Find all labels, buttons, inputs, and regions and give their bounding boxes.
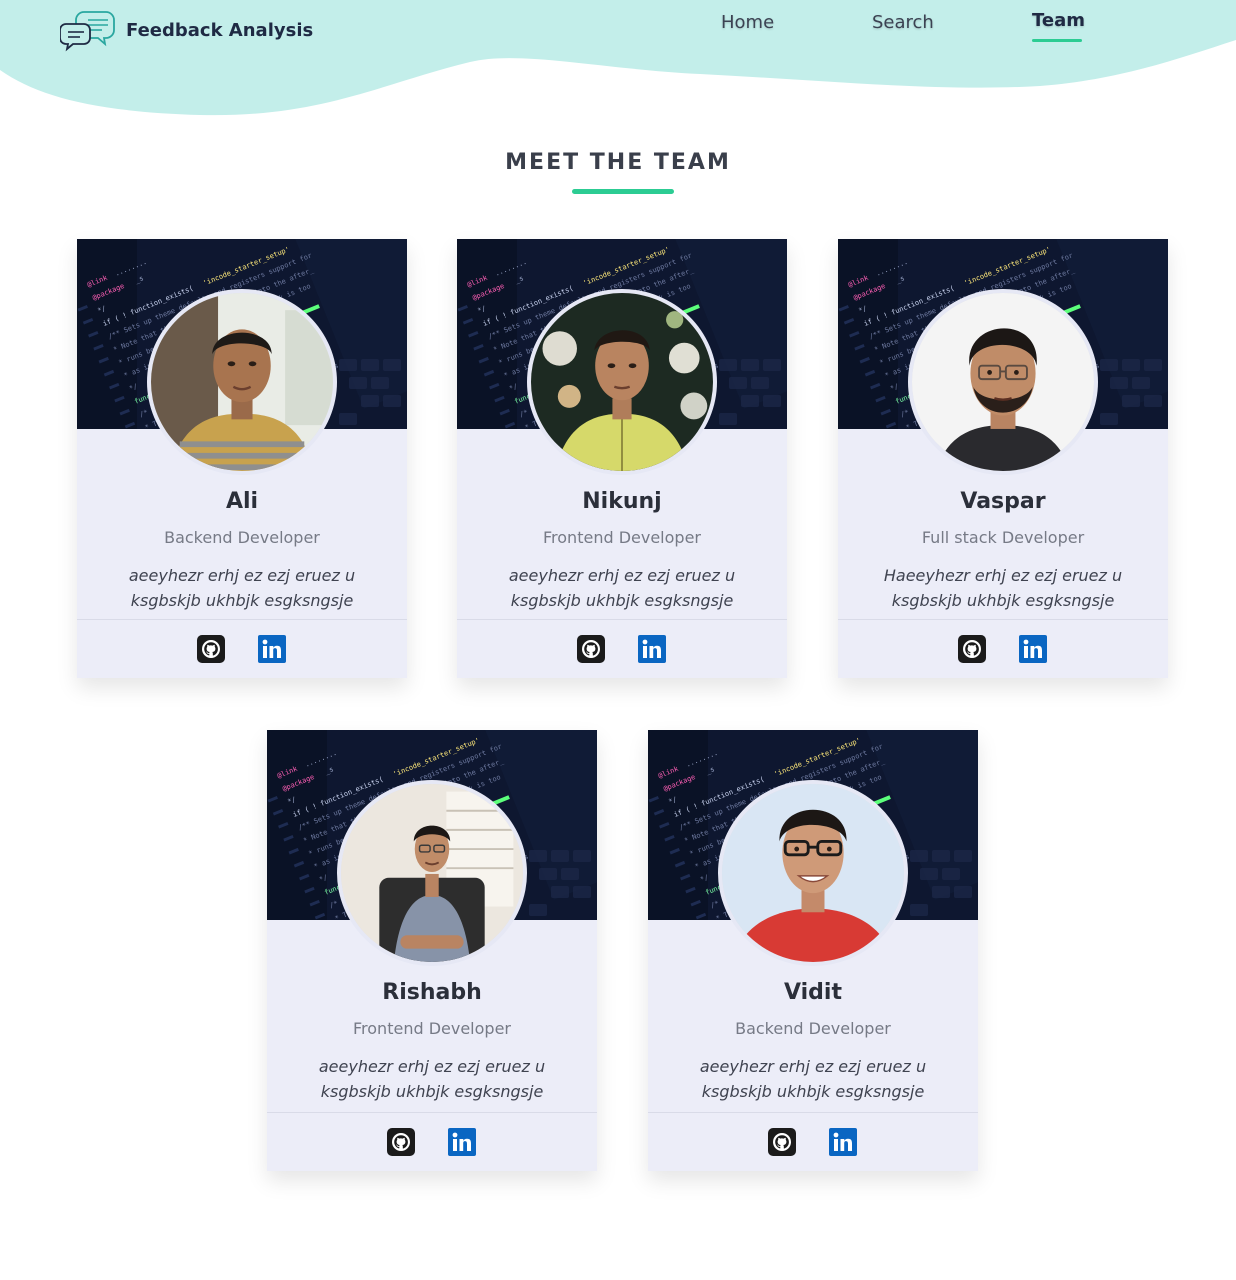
member-role: Frontend Developer — [543, 528, 701, 547]
github-icon[interactable] — [768, 1128, 796, 1156]
member-role: Backend Developer — [735, 1019, 891, 1038]
member-name: Vaspar — [960, 489, 1046, 514]
avatar — [908, 289, 1098, 475]
member-role: Frontend Developer — [353, 1019, 511, 1038]
member-bio: Haeeyhezr erhj ez ezj eruez u ksgbskjb u… — [883, 566, 1123, 610]
avatar — [147, 289, 337, 475]
nav-home[interactable]: Home — [721, 12, 774, 33]
member-bio: aeeyhezr erhj ez ezj eruez u ksgbskjb uk… — [318, 1057, 546, 1101]
section-title-underline — [572, 189, 674, 194]
github-icon[interactable] — [387, 1128, 415, 1156]
linkedin-icon[interactable] — [258, 635, 286, 663]
member-role: Backend Developer — [164, 528, 320, 547]
nav-active-underline — [1032, 39, 1082, 42]
social-links — [457, 635, 787, 665]
nav-team[interactable]: Team — [1032, 10, 1085, 31]
card-divider — [457, 619, 787, 620]
avatar — [527, 289, 717, 475]
avatar — [337, 780, 527, 966]
member-bio: aeeyhezr erhj ez ezj eruez u ksgbskjb uk… — [128, 566, 356, 610]
member-name: Rishabh — [382, 980, 482, 1005]
member-name: Ali — [225, 489, 259, 514]
github-icon[interactable] — [958, 635, 986, 663]
member-name: Nikunj — [582, 489, 662, 514]
member-bio: aeeyhezr erhj ez ezj eruez u ksgbskjb uk… — [508, 566, 736, 610]
card-divider — [77, 619, 407, 620]
main-nav: Home Search Team — [0, 10, 1236, 46]
avatar — [718, 780, 908, 966]
social-links — [77, 635, 407, 665]
member-bio: aeeyhezr erhj ez ezj eruez u ksgbskjb uk… — [699, 1057, 927, 1101]
github-icon[interactable] — [577, 635, 605, 663]
linkedin-icon[interactable] — [448, 1128, 476, 1156]
card-divider — [838, 619, 1168, 620]
member-role: Full stack Developer — [921, 528, 1085, 547]
team-page: Feedback Analysis Home Search Team MEET … — [0, 0, 1236, 1280]
linkedin-icon[interactable] — [638, 635, 666, 663]
team-card-rishabh: Rishabh Frontend Developer aeeyhezr erhj… — [267, 730, 597, 1171]
social-links — [838, 635, 1168, 665]
team-card-nikunj: Nikunj Frontend Developer aeeyhezr erhj … — [457, 239, 787, 678]
card-divider — [648, 1112, 978, 1113]
linkedin-icon[interactable] — [829, 1128, 857, 1156]
github-icon[interactable] — [197, 635, 225, 663]
card-divider — [267, 1112, 597, 1113]
section-title: MEET THE TEAM — [505, 150, 731, 175]
nav-search[interactable]: Search — [872, 12, 934, 33]
social-links — [648, 1128, 978, 1158]
linkedin-icon[interactable] — [1019, 635, 1047, 663]
team-card-vidit: Vidit Backend Developer aeeyhezr erhj ez… — [648, 730, 978, 1171]
social-links — [267, 1128, 597, 1158]
team-card-ali: Ali Backend Developer aeeyhezr erhj ez e… — [77, 239, 407, 678]
member-name: Vidit — [784, 980, 842, 1005]
team-card-vaspar: Vaspar Full stack Developer Haeeyhezr er… — [838, 239, 1168, 678]
